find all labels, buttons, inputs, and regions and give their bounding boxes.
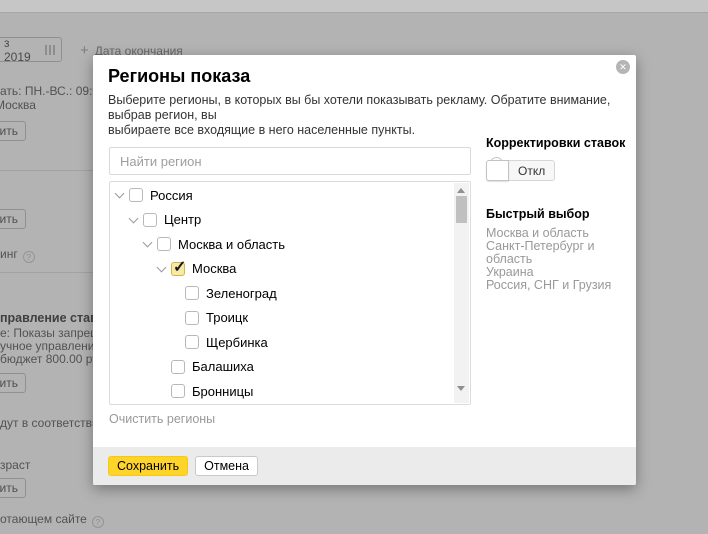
region-checkbox[interactable] bbox=[185, 286, 199, 300]
quick-select-link[interactable]: Москва и область bbox=[486, 227, 631, 240]
regions-modal: ✕ Регионы показа Выберите регионы, в кот… bbox=[93, 55, 636, 485]
datepicker-icon bbox=[45, 45, 55, 55]
background-text: зраст bbox=[0, 458, 30, 472]
region-checkbox[interactable] bbox=[171, 262, 185, 276]
background-button: ить bbox=[0, 478, 26, 498]
region-checkbox[interactable] bbox=[143, 213, 157, 227]
chevron-down-icon[interactable] bbox=[157, 262, 167, 272]
page-top-strip bbox=[0, 0, 708, 13]
region-checkbox[interactable] bbox=[171, 384, 185, 398]
background-text: инг? bbox=[0, 247, 35, 263]
background-button: ить bbox=[0, 209, 26, 229]
help-icon: ? bbox=[23, 251, 35, 263]
region-label[interactable]: Балашиха bbox=[192, 359, 254, 374]
scroll-down-icon[interactable] bbox=[457, 386, 465, 391]
region-label[interactable]: Москва bbox=[192, 261, 236, 276]
tree-row[interactable]: Центр bbox=[110, 208, 453, 233]
tree-row[interactable]: Москва bbox=[110, 257, 453, 282]
region-label[interactable]: Центр bbox=[164, 212, 201, 227]
modal-description: Выберите регионы, в которых вы бы хотели… bbox=[108, 93, 628, 138]
quick-select-links: Москва и областьСанкт-Петербург и област… bbox=[486, 227, 631, 292]
background-date-field: з 2019 bbox=[0, 37, 62, 62]
toggle-state-label: Откл bbox=[509, 160, 555, 181]
chevron-down-icon[interactable] bbox=[129, 213, 139, 223]
screen: з 2019+Дата окончанияать: ПН.-ВС.: 09:00… bbox=[0, 0, 708, 534]
region-checkbox[interactable] bbox=[185, 311, 199, 325]
region-label[interactable]: Бронницы bbox=[192, 384, 253, 399]
toggle-knob[interactable] bbox=[486, 160, 509, 181]
chevron-down-icon[interactable] bbox=[115, 189, 125, 199]
background-button: ить bbox=[0, 121, 26, 141]
plus-icon: + bbox=[80, 46, 89, 56]
bid-adjustments-toggle[interactable]: Откл bbox=[486, 160, 555, 181]
scrollbar-thumb[interactable] bbox=[456, 196, 467, 223]
close-icon[interactable]: ✕ bbox=[616, 60, 630, 74]
tree-scrollbar[interactable] bbox=[454, 183, 469, 403]
quick-select-link[interactable]: Санкт-Петербург и область bbox=[486, 240, 631, 265]
cancel-button[interactable]: Отмена bbox=[195, 456, 258, 476]
tree-row[interactable]: Балашиха bbox=[110, 355, 453, 380]
tree-row[interactable]: Зеленоград bbox=[110, 281, 453, 306]
tree-row[interactable]: Россия bbox=[110, 183, 453, 208]
region-tree: Россия Центр Москва и область Москва Зеленог… bbox=[110, 183, 453, 404]
region-label[interactable]: Москва и область bbox=[178, 237, 285, 252]
tree-row[interactable]: Москва и область bbox=[110, 232, 453, 257]
region-label[interactable]: Россия bbox=[150, 188, 193, 203]
tree-row[interactable]: Щербинка bbox=[110, 330, 453, 355]
save-button[interactable]: Сохранить bbox=[108, 456, 188, 476]
background-text: отающем сайте? bbox=[0, 512, 104, 528]
bid-adjustments-label: Корректировки ставок bbox=[486, 136, 625, 150]
region-checkbox[interactable] bbox=[129, 188, 143, 202]
tree-row[interactable]: Бронницы bbox=[110, 379, 453, 404]
quick-select-link[interactable]: Украина bbox=[486, 266, 631, 279]
region-label[interactable]: Троицк bbox=[206, 310, 248, 325]
region-checkbox[interactable] bbox=[171, 360, 185, 374]
modal-footer: Сохранить Отмена bbox=[93, 447, 636, 485]
region-checkbox[interactable] bbox=[157, 237, 171, 251]
background-text: дут в соответствии bbox=[0, 416, 105, 430]
tree-row[interactable]: Троицк bbox=[110, 306, 453, 331]
clear-regions-link[interactable]: Очистить регионы bbox=[109, 412, 215, 426]
background-button: ить bbox=[0, 373, 26, 393]
quick-select-link[interactable]: Россия, СНГ и Грузия bbox=[486, 279, 631, 292]
modal-title: Регионы показа bbox=[108, 66, 250, 87]
region-label[interactable]: Щербинка bbox=[206, 335, 268, 350]
region-tree-panel: Россия Центр Москва и область Москва Зеленог… bbox=[109, 181, 471, 405]
modal-description-line: Выберите регионы, в которых вы бы хотели… bbox=[108, 93, 628, 123]
region-search-input[interactable] bbox=[109, 147, 471, 175]
background-text: Москва bbox=[0, 98, 36, 112]
scroll-up-icon[interactable] bbox=[457, 188, 465, 193]
quick-select-title: Быстрый выбор bbox=[486, 207, 590, 221]
help-icon: ? bbox=[92, 516, 104, 528]
chevron-down-icon[interactable] bbox=[143, 238, 153, 248]
region-label[interactable]: Зеленоград bbox=[206, 286, 277, 301]
region-checkbox[interactable] bbox=[185, 335, 199, 349]
modal-right-column: Корректировки ставок? Откл Быстрый выбор… bbox=[486, 134, 634, 170]
